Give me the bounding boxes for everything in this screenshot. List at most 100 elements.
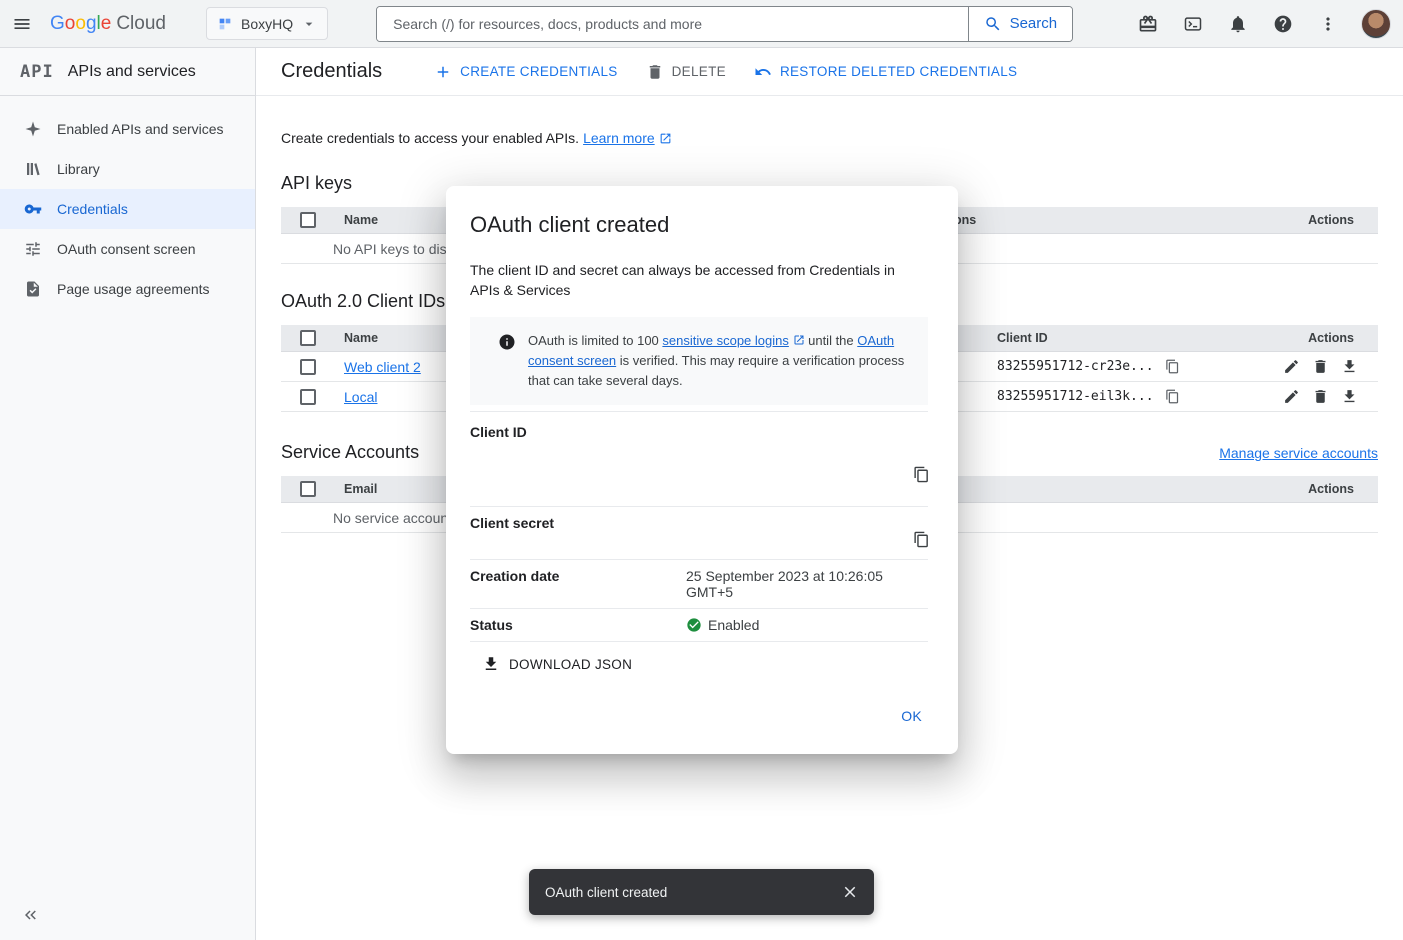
delete-label: DELETE — [672, 64, 726, 79]
create-credentials-button[interactable]: CREATE CREDENTIALS — [420, 55, 631, 89]
download-icon[interactable] — [1341, 358, 1358, 375]
more-vert-icon — [1318, 14, 1338, 34]
edit-icon[interactable] — [1283, 358, 1300, 375]
restore-label: RESTORE DELETED CREDENTIALS — [780, 64, 1017, 79]
select-all-checkbox[interactable] — [300, 330, 316, 346]
ok-button[interactable]: OK — [895, 700, 928, 732]
select-all-checkbox[interactable] — [300, 481, 316, 497]
close-icon — [841, 883, 859, 901]
sidebar-header: API APIs and services — [0, 48, 255, 96]
cloud-shell-icon — [1183, 14, 1203, 34]
sidebar-item-page-usage-agreements[interactable]: Page usage agreements — [0, 269, 255, 309]
sidebar-product-title: APIs and services — [68, 63, 196, 81]
learn-more-link[interactable]: Learn more — [583, 130, 655, 146]
sidebar-item-enabled-apis[interactable]: Enabled APIs and services — [0, 109, 255, 149]
download-icon[interactable] — [1341, 388, 1358, 405]
plus-icon — [434, 63, 452, 81]
oauth-client-link[interactable]: Local — [344, 389, 377, 405]
edit-icon[interactable] — [1283, 388, 1300, 405]
dialog-footer: OK — [470, 700, 928, 732]
column-header-actions: Actions — [1308, 331, 1378, 345]
delete-button[interactable]: DELETE — [632, 55, 740, 89]
project-selector[interactable]: BoxyHQ — [206, 7, 328, 40]
oauth-client-link[interactable]: Web client 2 — [344, 359, 421, 375]
copy-icon[interactable] — [1165, 359, 1180, 374]
select-all-checkbox[interactable] — [300, 212, 316, 228]
notifications-button[interactable] — [1216, 2, 1260, 46]
notice-mid: until the — [805, 333, 858, 348]
sidebar-item-label: OAuth consent screen — [57, 241, 196, 257]
download-json-button[interactable]: DOWNLOAD JSON — [482, 655, 928, 673]
google-cloud-logo[interactable]: Google Cloud — [50, 13, 166, 35]
enabled-apis-icon — [24, 120, 42, 138]
oauth-consent-icon — [24, 240, 42, 258]
delete-icon[interactable] — [1312, 358, 1329, 375]
sidebar-item-label: Credentials — [57, 201, 128, 217]
info-icon — [498, 333, 516, 351]
external-link-icon — [659, 132, 672, 145]
agreements-icon — [24, 280, 42, 298]
manage-service-accounts-link[interactable]: Manage service accounts — [1219, 445, 1378, 461]
creation-date-label: Creation date — [470, 568, 686, 584]
sidebar-item-label: Library — [57, 161, 100, 177]
page-header: Credentials CREATE CREDENTIALS DELETE RE… — [256, 48, 1403, 96]
external-link-icon — [793, 334, 805, 346]
create-credentials-label: CREATE CREDENTIALS — [460, 64, 617, 79]
row-checkbox[interactable] — [300, 389, 316, 405]
notice-text: OAuth is limited to 100 sensitive scope … — [528, 331, 914, 391]
free-trial-gift-button[interactable] — [1126, 2, 1170, 46]
sensitive-scope-logins-link[interactable]: sensitive scope logins — [662, 333, 788, 348]
dialog-body-text: The client ID and secret can always be a… — [470, 260, 912, 300]
more-options-button[interactable] — [1306, 2, 1350, 46]
delete-icon[interactable] — [1312, 388, 1329, 405]
sidebar-item-credentials[interactable]: Credentials — [0, 189, 255, 229]
top-bar: Google Cloud BoxyHQ Search — [0, 0, 1403, 48]
search-icon — [984, 15, 1002, 33]
check-circle-icon — [686, 617, 702, 633]
download-json-label: DOWNLOAD JSON — [509, 657, 632, 672]
creation-date-value: 25 September 2023 at 10:26:05 GMT+5 — [686, 568, 928, 600]
snackbar-toast: OAuth client created — [529, 869, 874, 915]
notice-pre: OAuth is limited to 100 — [528, 333, 662, 348]
download-icon — [482, 655, 500, 673]
search-button-label: Search — [1010, 15, 1058, 32]
creation-date-row: Creation date 25 September 2023 at 10:26… — [470, 559, 928, 608]
restore-deleted-credentials-button[interactable]: RESTORE DELETED CREDENTIALS — [740, 55, 1031, 89]
sidebar-collapse-button[interactable] — [14, 898, 48, 932]
column-header-client-id: Client ID — [989, 331, 1268, 345]
copy-icon[interactable] — [1165, 389, 1180, 404]
column-header-actions: Actions — [1308, 213, 1378, 227]
client-secret-label: Client secret — [470, 515, 686, 531]
copy-icon[interactable] — [913, 531, 930, 548]
hamburger-menu-button[interactable] — [0, 2, 44, 46]
search-input[interactable] — [377, 7, 967, 41]
cloud-logo-word: Cloud — [116, 13, 166, 35]
toast-message: OAuth client created — [545, 885, 832, 900]
oauth-limit-notice: OAuth is limited to 100 sensitive scope … — [470, 317, 928, 405]
search-button[interactable]: Search — [968, 7, 1073, 41]
client-id-value: 83255951712-eil3k... — [997, 389, 1154, 404]
status-value: Enabled — [686, 617, 928, 633]
restore-icon — [754, 63, 772, 81]
intro-sentence: Create credentials to access your enable… — [281, 130, 579, 146]
row-checkbox[interactable] — [300, 359, 316, 375]
sidebar: API APIs and services Enabled APIs and s… — [0, 48, 256, 940]
apis-services-logo: API — [20, 62, 54, 82]
copy-icon[interactable] — [913, 466, 930, 483]
status-badge: Enabled — [708, 617, 759, 633]
client-secret-value-redacted — [686, 515, 928, 551]
client-id-row: Client ID — [470, 411, 928, 506]
sidebar-item-oauth-consent[interactable]: OAuth consent screen — [0, 229, 255, 269]
sidebar-item-library[interactable]: Library — [0, 149, 255, 189]
project-name: BoxyHQ — [241, 16, 293, 32]
client-secret-row: Client secret — [470, 506, 928, 559]
gift-icon — [1138, 14, 1158, 34]
help-button[interactable] — [1261, 2, 1305, 46]
user-avatar[interactable] — [1361, 9, 1391, 39]
notifications-icon — [1228, 14, 1248, 34]
google-logo-word: Google — [50, 13, 111, 35]
service-accounts-title: Service Accounts — [281, 442, 419, 463]
toast-close-button[interactable] — [832, 874, 868, 910]
cloud-shell-button[interactable] — [1171, 2, 1215, 46]
sidebar-nav: Enabled APIs and services Library Creden… — [0, 96, 255, 309]
